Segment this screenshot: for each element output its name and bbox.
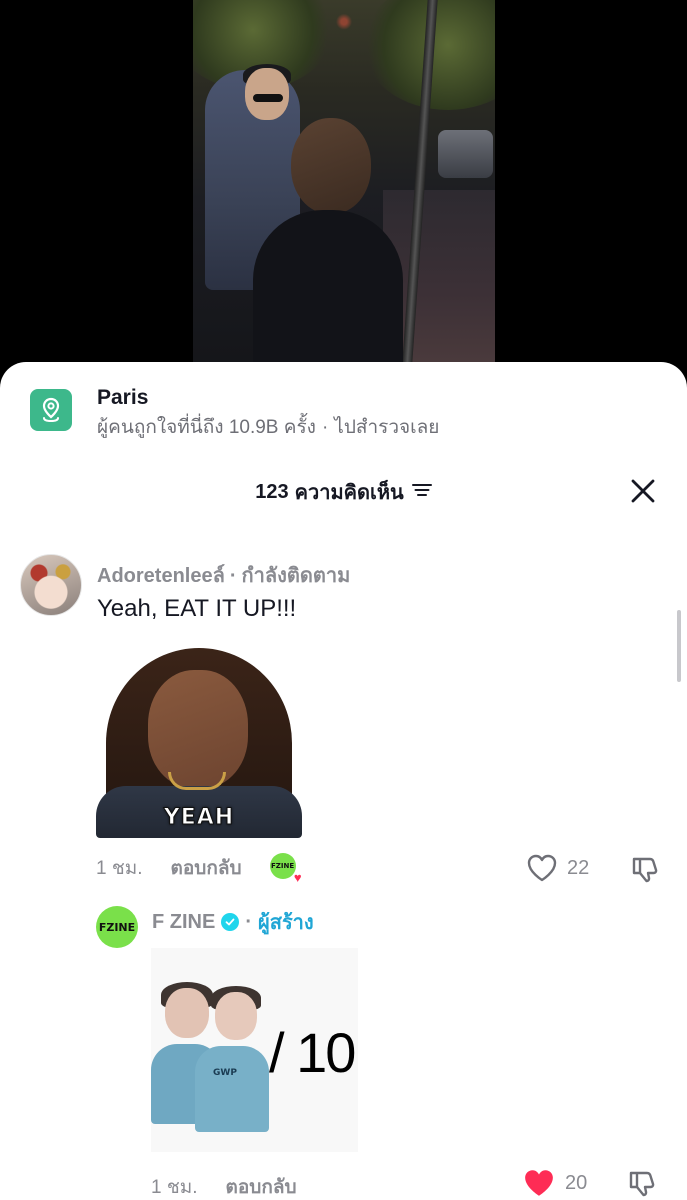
sticker-person-body bbox=[195, 1046, 269, 1132]
video-sunglasses bbox=[253, 94, 283, 102]
comments-sheet: Paris ผู้คนถูกใจที่นี่ถึง 10.9B ครั้ง · ไป… bbox=[0, 362, 687, 1200]
like-count: 22 bbox=[567, 856, 590, 879]
like-count: 20 bbox=[565, 1171, 588, 1194]
creator-mini-avatar: FZINE bbox=[269, 853, 296, 879]
heart-outline-icon[interactable] bbox=[527, 854, 557, 882]
video-frame[interactable] bbox=[193, 0, 495, 362]
sticker-person-head bbox=[165, 988, 209, 1038]
reply-button[interactable]: ตอบกลับ bbox=[226, 1172, 297, 1200]
separator-dot: · bbox=[321, 417, 329, 438]
comment-text: Yeah, EAT IT UP!!! bbox=[97, 595, 297, 622]
sticker-person-face bbox=[148, 670, 248, 788]
creator-liked-badge: FZINE ♥ bbox=[269, 853, 302, 885]
location-subtitle: ผู้คนถูกใจที่นี่ถึง 10.9B ครั้ง · ไปสำรวจเ… bbox=[97, 416, 439, 440]
sticker-shirt-text: GWP bbox=[213, 1068, 237, 1078]
comment-meta: 1 ชม. ตอบกลับ FZINE ♥ bbox=[96, 853, 302, 885]
verified-icon bbox=[221, 913, 240, 931]
creator-label: ผู้สร้าง bbox=[258, 912, 314, 934]
reply-button[interactable]: ตอบกลับ bbox=[171, 853, 242, 883]
video-person-back bbox=[253, 210, 403, 362]
comment-sticker[interactable]: YEAH bbox=[96, 648, 302, 838]
comments-title[interactable]: 123 ความคิดเห็น bbox=[255, 476, 432, 508]
comments-count: 123 bbox=[255, 480, 289, 503]
like-button[interactable]: 22 bbox=[527, 854, 589, 882]
comment-header: Adoretenleeล์ · กำลังติดตาม bbox=[97, 559, 350, 591]
reply-username[interactable]: F ZINE bbox=[152, 911, 215, 934]
video-player[interactable] bbox=[0, 0, 687, 380]
video-camera bbox=[438, 130, 493, 178]
comment-time: 1 ชม. bbox=[96, 858, 143, 879]
explore-link[interactable]: ไปสำรวจเลย bbox=[334, 417, 439, 438]
sort-filter-icon[interactable] bbox=[411, 481, 432, 504]
dislike-icon[interactable] bbox=[627, 1168, 657, 1200]
creator-avatar[interactable]: FZINE bbox=[96, 906, 138, 948]
dislike-icon[interactable] bbox=[630, 854, 660, 889]
reply-time: 1 ชม. bbox=[151, 1177, 198, 1198]
comments-label: ความคิดเห็น bbox=[294, 482, 404, 504]
heart-filled-icon[interactable] bbox=[523, 1168, 555, 1198]
separator-dot: · bbox=[229, 565, 237, 587]
reply-meta: 1 ชม. ตอบกลับ bbox=[151, 1172, 297, 1200]
sticker-caption: YEAH bbox=[163, 805, 235, 831]
location-title[interactable]: Paris bbox=[97, 386, 439, 410]
avatar[interactable] bbox=[20, 554, 82, 616]
close-icon[interactable] bbox=[629, 477, 657, 505]
scrollbar[interactable] bbox=[677, 610, 681, 682]
sticker-necklace bbox=[168, 772, 226, 790]
separator-dot: · bbox=[245, 910, 253, 933]
reply-sticker[interactable]: GWP / 10 bbox=[151, 948, 358, 1152]
sticker-score: / 10 bbox=[269, 1021, 356, 1084]
following-status: กำลังติดตาม bbox=[241, 565, 351, 587]
video-person-back-head bbox=[291, 118, 371, 214]
location-row[interactable]: Paris ผู้คนถูกใจที่นี่ถึง 10.9B ครั้ง · ไป… bbox=[30, 386, 439, 440]
heart-icon: ♥ bbox=[293, 870, 302, 885]
location-pin-icon bbox=[30, 389, 72, 431]
comments-header: 123 ความคิดเห็น bbox=[0, 476, 687, 508]
location-stats: ผู้คนถูกใจที่นี่ถึง 10.9B ครั้ง bbox=[97, 417, 316, 438]
like-button[interactable]: 20 bbox=[523, 1168, 587, 1198]
sticker-person-head bbox=[215, 992, 257, 1040]
comment-username[interactable]: Adoretenleeล์ bbox=[97, 565, 225, 587]
reply-header: F ZINE · ผู้สร้าง bbox=[152, 906, 314, 938]
